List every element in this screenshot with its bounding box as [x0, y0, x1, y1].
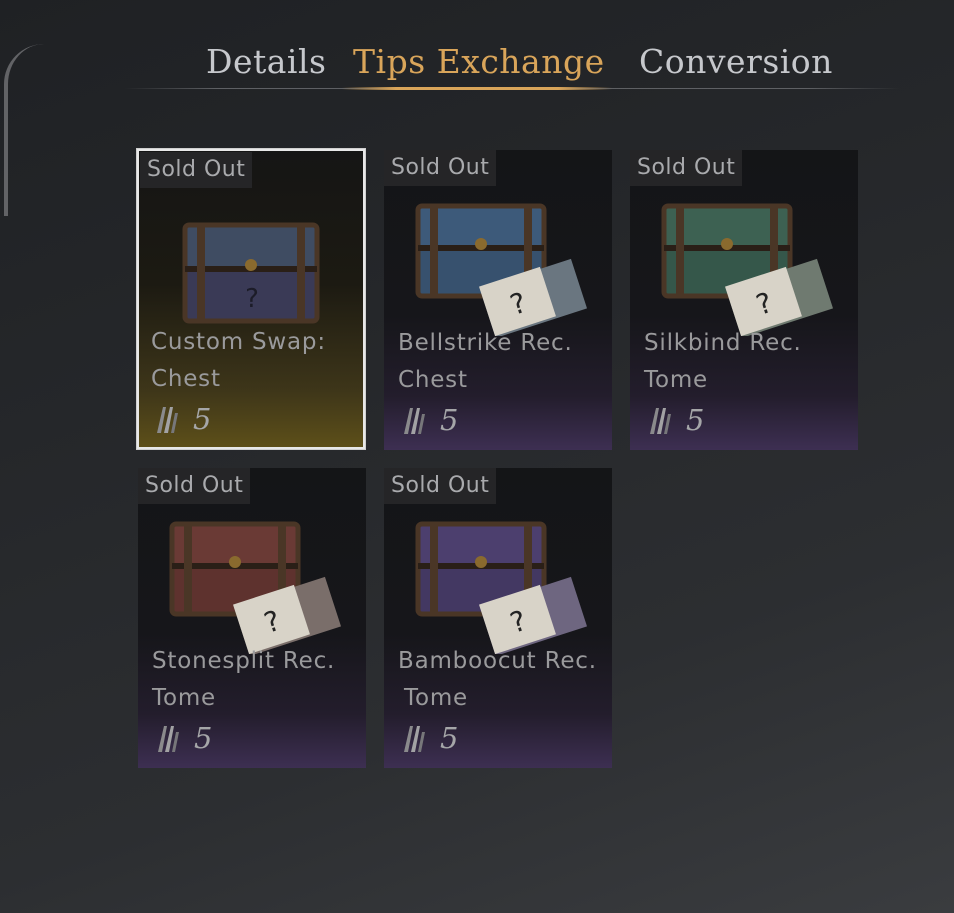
item-cost: 5	[400, 400, 458, 440]
item-name-line2: Chest	[398, 367, 468, 393]
chest-with-tome-icon: ?	[661, 203, 834, 336]
sold-out-badge: Sold Out	[384, 150, 497, 186]
item-name: Stonesplit Rec. Tome	[152, 643, 360, 717]
tab-tips-exchange[interactable]: Tips Exchange	[353, 42, 605, 81]
chest-icon: ?	[182, 222, 320, 324]
chest-with-tome-icon: ?	[415, 521, 588, 654]
bamboo-tip-icon	[650, 408, 671, 434]
item-name: Bellstrike Rec. Chest	[398, 325, 606, 399]
tab-bar: Details Tips Exchange Conversion	[0, 38, 954, 90]
sold-out-badge: Sold Out	[384, 468, 497, 504]
tab-conversion[interactable]: Conversion	[639, 42, 833, 81]
sold-out-badge: Sold Out	[630, 150, 743, 186]
item-name-line1: Silkbind Rec.	[644, 330, 802, 356]
bamboo-tip-icon	[158, 726, 179, 752]
item-name-line1: Custom Swap:	[151, 329, 326, 355]
cost-value: 5	[194, 721, 213, 755]
item-card[interactable]: Sold Out ? Bamboocut Rec. Tome 5	[384, 468, 612, 768]
svg-text:?: ?	[245, 284, 259, 314]
item-name-line2: Chest	[151, 366, 221, 392]
item-name-line1: Bellstrike Rec.	[398, 330, 573, 356]
cost-value: 5	[193, 402, 212, 436]
item-name-line1: Stonesplit Rec.	[152, 648, 336, 674]
item-cost: 5	[154, 718, 212, 758]
item-card[interactable]: Sold Out ? Stonesplit Rec. Tome 5	[138, 468, 366, 768]
item-name-line2: Tome	[644, 367, 708, 393]
sold-out-badge: Sold Out	[138, 468, 251, 504]
bamboo-tip-icon	[157, 407, 178, 433]
item-cost: 5	[646, 400, 704, 440]
chest-with-tome-icon: ?	[169, 521, 342, 654]
item-card[interactable]: Sold Out ? Custom Swap: Chest 5	[137, 149, 365, 449]
item-name-line2: Tome	[404, 685, 468, 711]
item-card[interactable]: Sold Out ? Bellstrike Rec. Chest 5	[384, 150, 612, 450]
cost-value: 5	[686, 403, 705, 437]
active-tab-underline	[342, 87, 612, 90]
item-cost: 5	[400, 718, 458, 758]
chest-with-tome-icon: ?	[415, 203, 588, 336]
item-name: Custom Swap: Chest	[151, 324, 359, 398]
tab-details[interactable]: Details	[206, 42, 326, 81]
cost-value: 5	[440, 403, 459, 437]
cost-value: 5	[440, 721, 459, 755]
item-name: Silkbind Rec. Tome	[644, 325, 852, 399]
sold-out-badge: Sold Out	[140, 152, 253, 188]
item-name-line2: Tome	[152, 685, 216, 711]
item-name-line1: Bamboocut Rec.	[398, 648, 597, 674]
bamboo-tip-icon	[404, 408, 425, 434]
item-name: Bamboocut Rec. Tome	[398, 643, 606, 717]
item-cost: 5	[153, 399, 211, 439]
item-card[interactable]: Sold Out ? Silkbind Rec. Tome 5	[630, 150, 858, 450]
bamboo-tip-icon	[404, 726, 425, 752]
